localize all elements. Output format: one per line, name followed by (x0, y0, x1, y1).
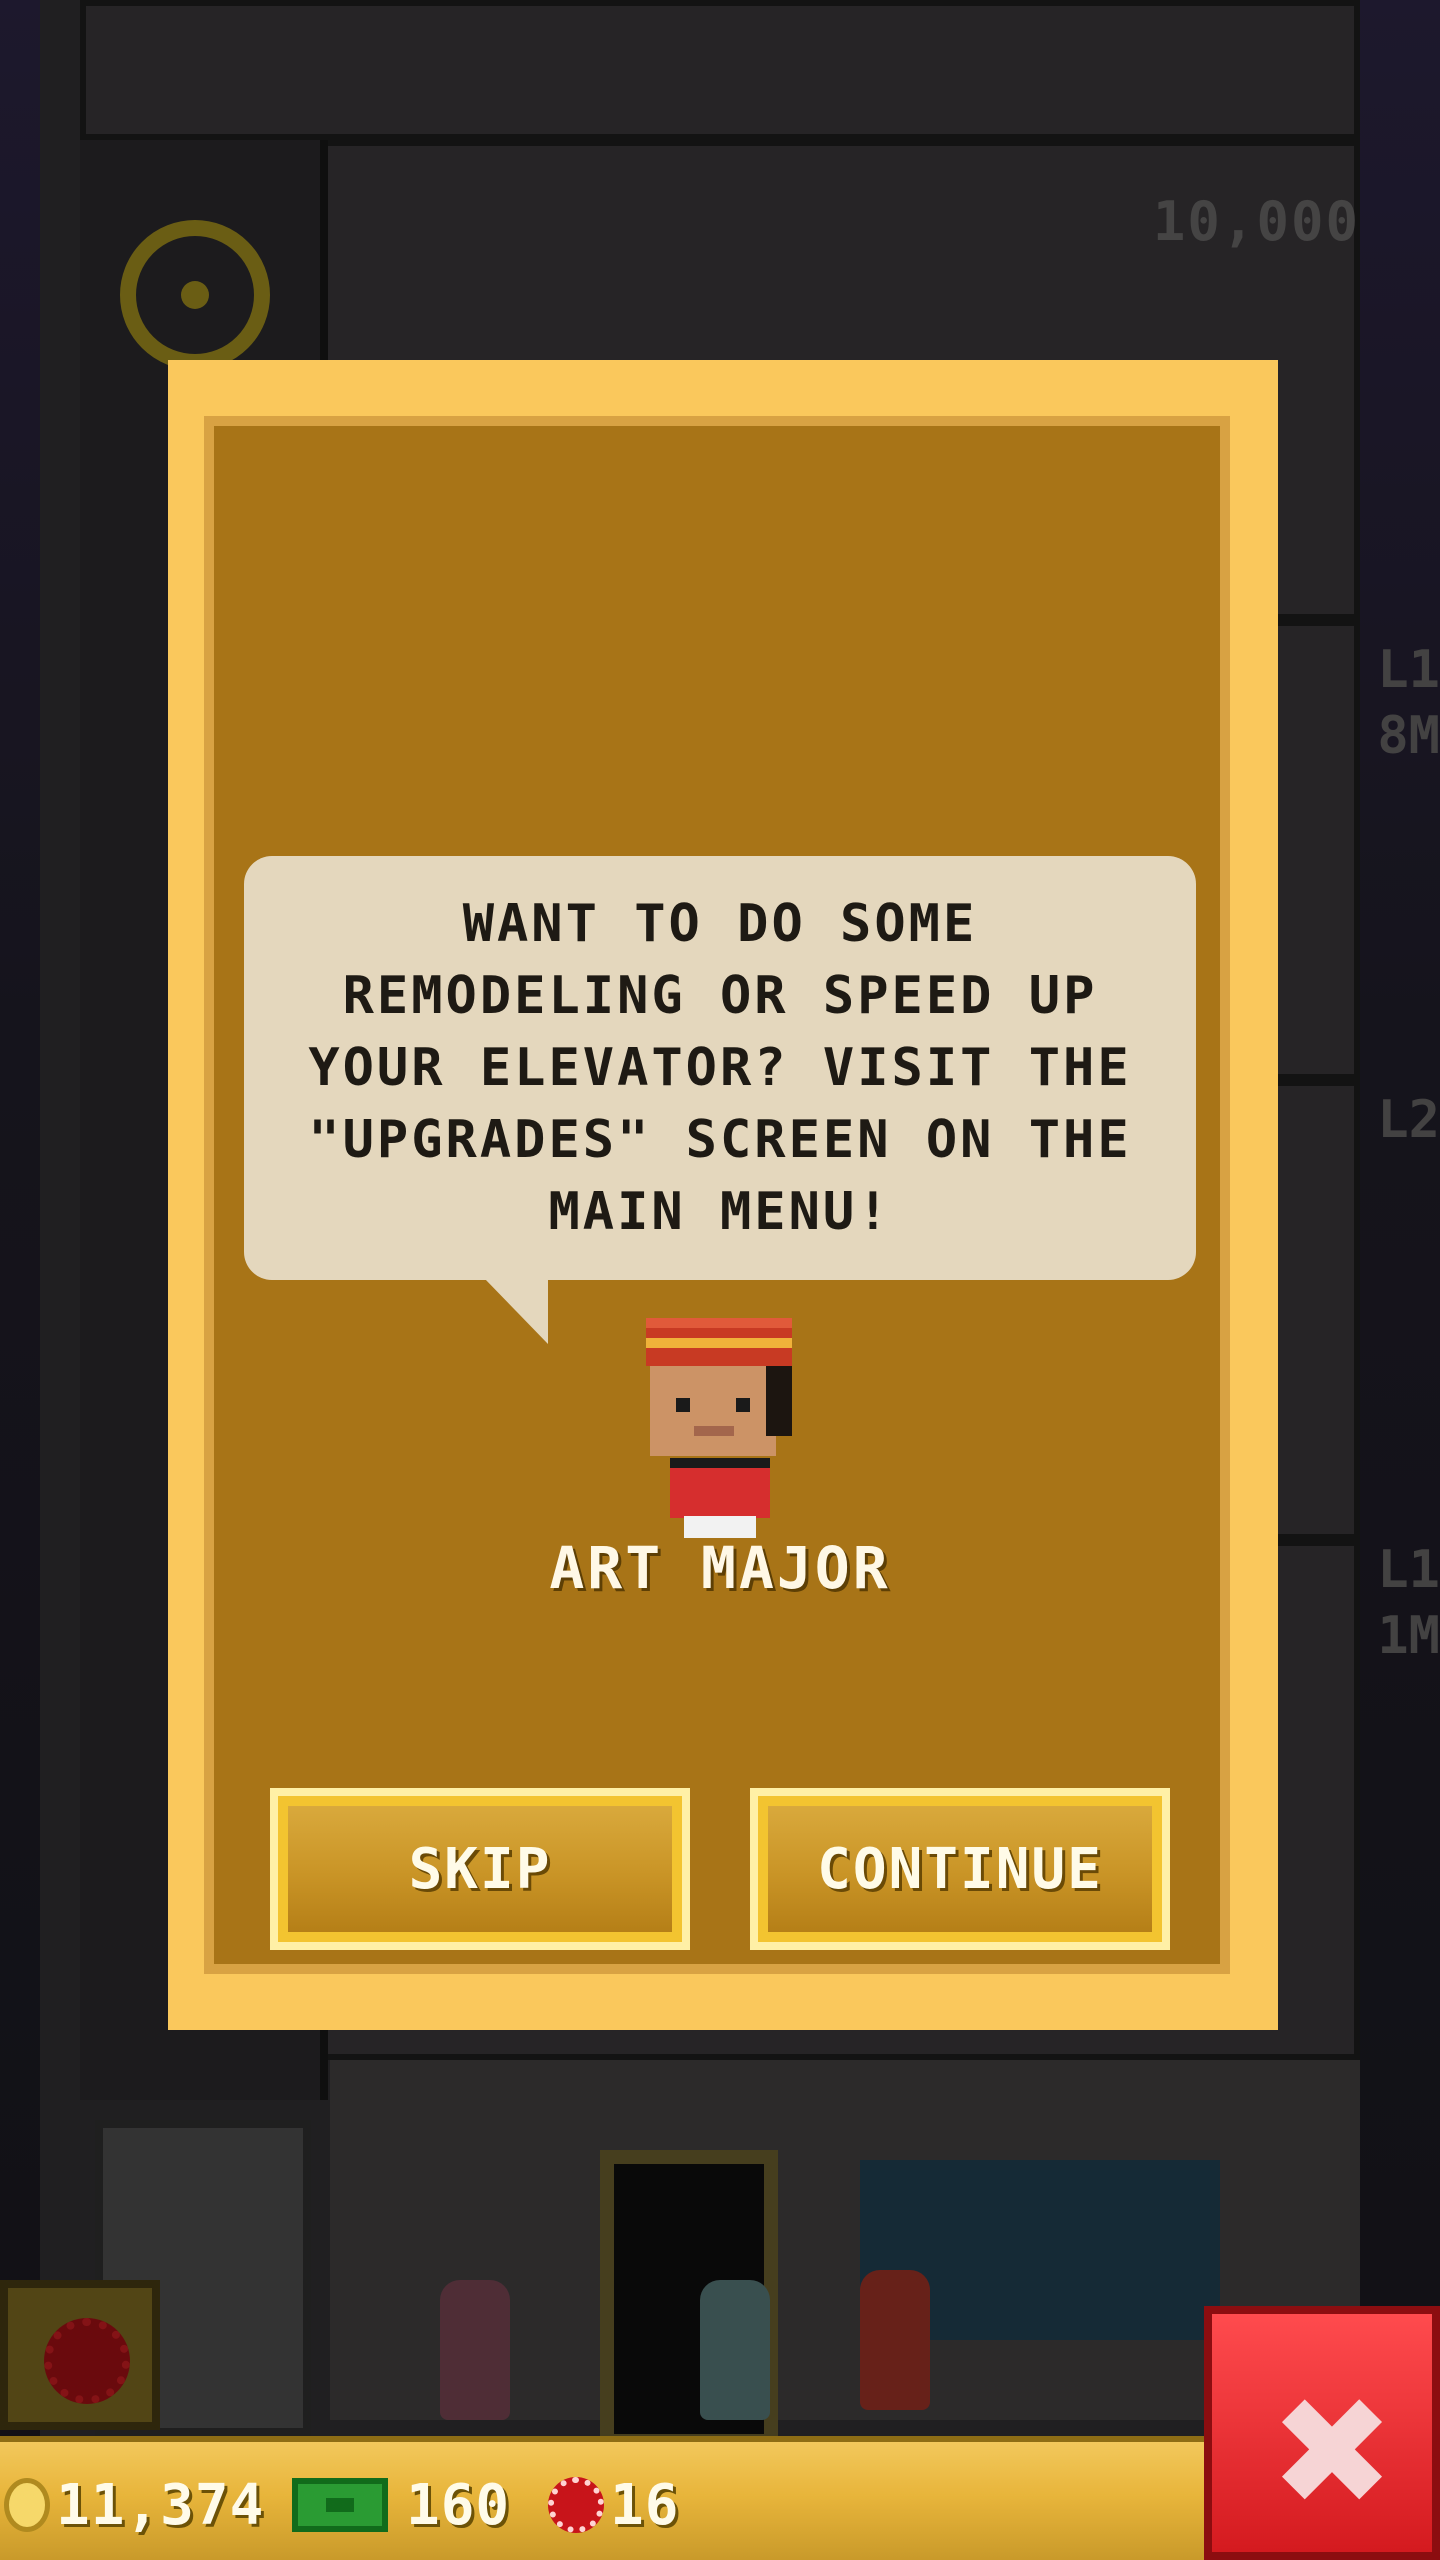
character-hat-band (646, 1338, 792, 1348)
character-body (670, 1458, 770, 1518)
skip-button[interactable]: SKIP (270, 1788, 690, 1950)
speech-bubble: WANT TO DO SOME REMODELING OR SPEED UP Y… (244, 856, 1196, 1280)
skip-button-label: SKIP (278, 1796, 682, 1942)
gem-icon (548, 2477, 604, 2533)
tip-message: WANT TO DO SOME REMODELING OR SPEED UP Y… (308, 894, 1132, 1242)
gems-display[interactable]: 16 (548, 2470, 679, 2540)
character-hair (766, 1366, 792, 1436)
bux-display[interactable]: 160 (292, 2470, 510, 2540)
gems-amount: 16 (610, 2472, 680, 2538)
character-eye (736, 1398, 750, 1412)
coins-amount: 11,374 (56, 2472, 265, 2538)
continue-button[interactable]: CONTINUE (750, 1788, 1170, 1950)
character-name: ART MAJOR (549, 1534, 891, 1602)
speech-bubble-tail (484, 1278, 548, 1344)
character-eye (676, 1398, 690, 1412)
close-button[interactable]: ✖ (1204, 2306, 1440, 2560)
coins-display[interactable]: 11,374 (4, 2470, 264, 2540)
character-mouth (694, 1426, 734, 1436)
bux-amount: 160 (406, 2472, 511, 2538)
continue-button-label: CONTINUE (758, 1796, 1162, 1942)
close-icon: ✖ (1269, 2366, 1395, 2540)
bux-icon (292, 2478, 388, 2532)
character-face (650, 1366, 776, 1456)
coin-icon (4, 2478, 50, 2532)
bellhop-character-avatar (646, 1318, 796, 1538)
